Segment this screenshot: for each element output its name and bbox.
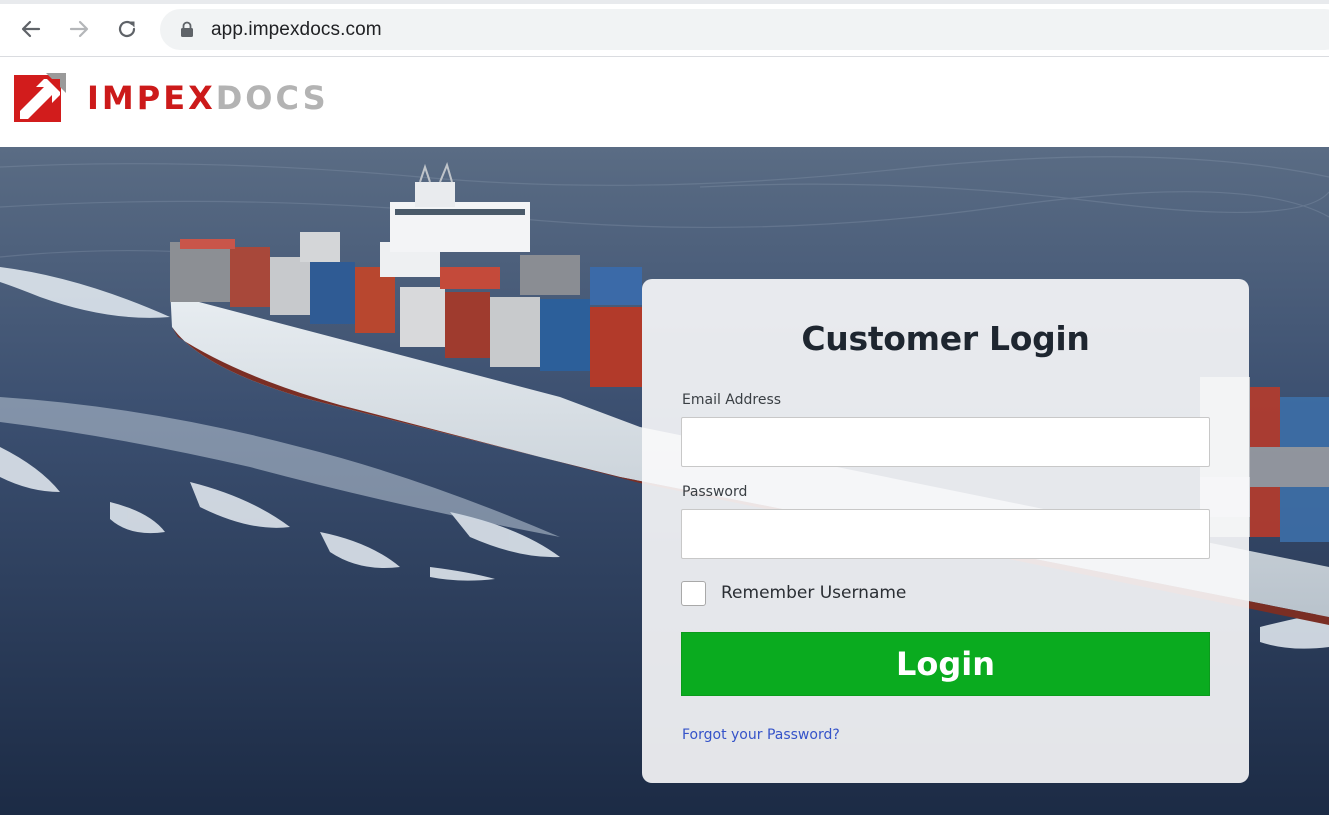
login-title: Customer Login (801, 319, 1090, 358)
forward-button[interactable] (63, 13, 95, 45)
address-bar[interactable]: app.impexdocs.com (160, 9, 1329, 50)
password-input[interactable] (681, 509, 1210, 559)
impexdocs-logo-mark (14, 73, 66, 122)
email-label: Email Address (682, 392, 782, 408)
logo-wordmark: IMPEXDOCS (87, 79, 329, 117)
browser-toolbar: app.impexdocs.com (0, 0, 1329, 57)
site-header: IMPEXDOCS (0, 57, 1329, 147)
reload-button[interactable] (111, 13, 143, 45)
login-card: Customer Login Email Address Password Re… (642, 279, 1249, 783)
tab-strip-edge (0, 0, 1329, 4)
impexdocs-logo[interactable]: IMPEXDOCS (14, 73, 334, 123)
password-label: Password (682, 484, 748, 500)
logo-text-impex: IMPEX (87, 79, 216, 117)
remember-username-row: Remember Username (681, 580, 906, 606)
arrow-left-icon (21, 20, 41, 38)
remember-username-label[interactable]: Remember Username (721, 583, 906, 603)
logo-text-docs: DOCS (215, 79, 329, 117)
url-text: app.impexdocs.com (211, 19, 382, 40)
email-input[interactable] (681, 417, 1210, 467)
back-button[interactable] (15, 13, 47, 45)
arrow-right-icon (69, 20, 89, 38)
lock-icon (181, 21, 193, 37)
reload-icon (118, 20, 136, 38)
forgot-password-link[interactable]: Forgot your Password? (682, 727, 840, 743)
remember-username-checkbox[interactable] (681, 580, 706, 606)
login-button[interactable]: Login (681, 632, 1210, 696)
